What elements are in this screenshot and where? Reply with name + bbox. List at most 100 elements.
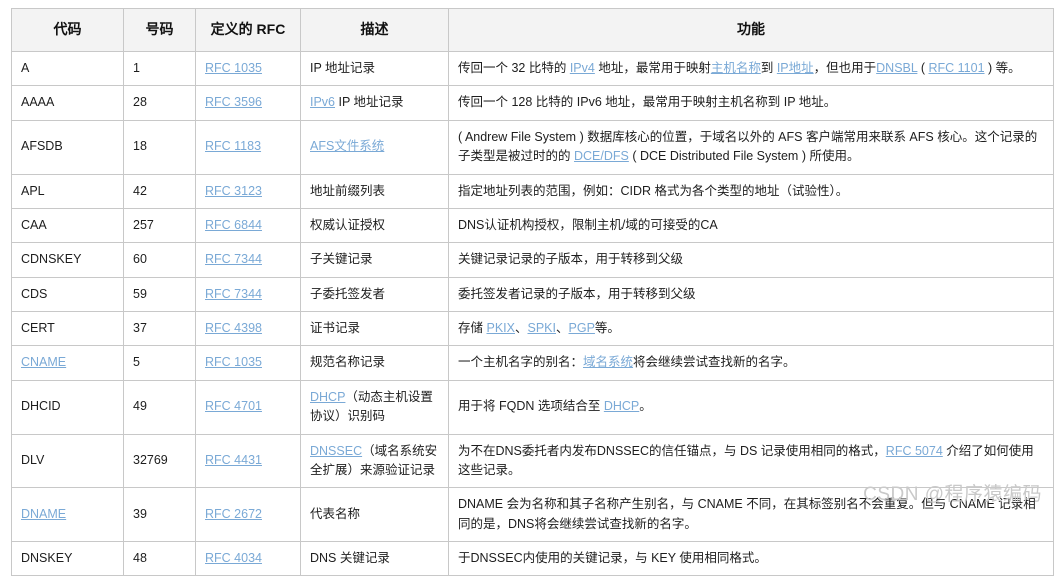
function-link[interactable]: RFC 5074 [886,444,943,458]
record-code-text: DNSKEY [21,551,73,565]
cell-function: 传回一个 128 比特的 IPv6 地址，最常用于映射主机名称到 IP 地址。 [448,85,1054,121]
cell-rfc: RFC 6844 [195,207,301,244]
cell-function: 一个主机名字的别名：域名系统将会继续尝试查找新的名字。 [448,345,1054,381]
cell-description: 子关键记录 [300,242,449,278]
function-link[interactable]: DCE/DFS [574,149,629,163]
rfc-link[interactable]: RFC 6844 [205,218,262,232]
function-text: 将会继续尝试查找新的名字。 [633,355,796,370]
description-link[interactable]: DHCP [310,390,345,404]
record-code-link[interactable]: DNAME [21,507,66,521]
table-row: DNAME 39 RFC 2672 代表名称 DNAME 会为名称和其子名称产生别名，与… [11,487,1054,542]
function-text: ) 等。 [984,61,1021,75]
cell-description: 代表名称 [300,487,449,542]
description-text: 子关键记录 [310,252,373,267]
function-text: ( [917,61,929,75]
function-text: 委托签发者记录的子版本，用于转移到父级 [458,286,696,301]
cell-function: 用于将 FQDN 选项结合至 DHCP。 [448,379,1054,435]
page-root: 代码 号码 定义的 RFC 描述 功能 A 1 RFC 1035 IP 地址记录 传回一… [0,0,1064,576]
cell-description: IPv6 IP 地址记录 [300,85,449,121]
rfc-link[interactable]: RFC 7344 [205,287,262,301]
cell-code: APL [11,173,124,209]
cell-rfc: RFC 3123 [195,173,301,209]
record-code-text: DLV [21,453,45,468]
rfc-link[interactable]: RFC 1035 [205,355,262,369]
function-link[interactable]: DNSBL [876,61,917,75]
function-link[interactable]: RFC 1101 [928,61,984,75]
description-text: 证书记录 [310,321,361,335]
function-text: ，但也用于 [813,61,877,75]
cell-code: CDNSKEY [11,242,124,278]
cell-description: 规范名称记录 [300,345,449,381]
description-text: 子委托签发者 [310,286,386,301]
cell-number: 32769 [123,433,196,489]
rfc-link[interactable]: RFC 3123 [205,184,262,198]
column-header-rfc: 定义的 RFC [195,8,301,52]
function-link[interactable]: DHCP [604,399,639,413]
function-link[interactable]: 域名系统 [583,355,633,369]
cell-function: 传回一个 32 比特的 IPv4 地址，最常用于映射主机名称到 IP地址，但也用… [448,50,1054,87]
table-row: DLV 32769 RFC 4431 DNSSEC（域名系统安全扩展）来源验证记录 为不… [11,433,1054,489]
description-text: DNS 关键记录 [310,551,390,565]
cell-rfc: RFC 3596 [195,85,301,121]
description-link[interactable]: DNSSEC [310,444,362,458]
cell-number: 39 [123,487,196,542]
cell-rfc: RFC 7344 [195,242,301,278]
function-link[interactable]: PKIX [486,321,515,335]
function-link[interactable]: 主机名称 [711,61,761,75]
table-header: 代码 号码 定义的 RFC 描述 功能 [11,8,1054,52]
rfc-link[interactable]: RFC 1035 [205,61,262,75]
cell-rfc: RFC 2672 [195,487,301,542]
cell-number: 37 [123,310,196,347]
rfc-link[interactable]: RFC 1183 [205,139,261,153]
table-row: APL 42 RFC 3123 地址前缀列表 指定地址列表的范围，例如：CIDR 格式为… [11,173,1054,209]
rfc-link[interactable]: RFC 4398 [205,321,262,335]
rfc-link[interactable]: RFC 7344 [205,252,262,266]
function-text: 为不在DNS委托者内发布DNSSEC的信任锚点，与 DS 记录使用相同的格式， [458,443,886,458]
column-header-number: 号码 [123,8,196,52]
cell-function: 指定地址列表的范围，例如：CIDR 格式为各个类型的地址（试验性）。 [448,173,1054,209]
function-text: DNS认证机构授权，限制主机/域的可接受的CA [458,217,718,232]
cell-function: 存储 PKIX、SPKI、PGP等。 [448,310,1054,347]
function-text: 关键记录记录的子版本，用于转移到父级 [458,252,684,267]
cell-number: 42 [123,173,196,209]
cell-function: 于DNSSEC内使用的关键记录，与 KEY 使用相同格式。 [448,540,1054,576]
record-code-text: CDNSKEY [21,252,82,267]
rfc-link[interactable]: RFC 4701 [205,399,262,413]
cell-number: 1 [123,50,196,87]
cell-rfc: RFC 4431 [195,433,301,489]
rfc-link[interactable]: RFC 4034 [205,551,262,565]
function-link[interactable]: IP地址 [777,61,814,75]
function-link[interactable]: SPKI [528,321,557,335]
cell-code: DNAME [11,487,124,542]
rfc-link[interactable]: RFC 2672 [205,507,262,521]
function-text: 到 [760,61,777,75]
cell-rfc: RFC 7344 [195,276,301,313]
function-text: 传回一个 128 比特的 IPv6 地址，最常用于映射主机名称到 IP 地址。 [458,95,837,110]
cell-description: DNS 关键记录 [300,540,449,576]
function-link[interactable]: PGP [569,321,595,335]
cell-function: 关键记录记录的子版本，用于转移到父级 [448,242,1054,278]
cell-number: 48 [123,540,196,576]
column-header-function: 功能 [448,8,1054,52]
table-row: DHCID 49 RFC 4701 DHCP（动态主机设置协议）识别码 用于将 FQDN… [11,379,1054,435]
cell-description: 证书记录 [300,310,449,347]
record-code-text: AAAA [21,95,55,110]
table-row: AAAA 28 RFC 3596 IPv6 IP 地址记录 传回一个 128 比特的 I… [11,85,1054,121]
function-link[interactable]: IPv4 [570,61,595,75]
cell-function: 为不在DNS委托者内发布DNSSEC的信任锚点，与 DS 记录使用相同的格式，R… [448,433,1054,489]
function-text: DNAME 会为名称和其子名称产生别名，与 CNAME 不同，在其标签别名不会重… [458,497,1036,531]
rfc-link[interactable]: RFC 4431 [205,453,262,467]
description-text: 代表名称 [310,506,361,521]
cell-function: 委托签发者记录的子版本，用于转移到父级 [448,276,1054,313]
table-row: CNAME 5 RFC 1035 规范名称记录 一个主机名字的别名：域名系统将会继续尝试… [11,345,1054,381]
description-link[interactable]: IPv6 [310,95,335,109]
record-code-text: APL [21,183,45,198]
description-link[interactable]: AFS文件系统 [310,139,384,153]
cell-number: 28 [123,85,196,121]
rfc-link[interactable]: RFC 3596 [205,95,262,109]
cell-number: 257 [123,207,196,244]
record-code-link[interactable]: CNAME [21,355,66,369]
description-text: 规范名称记录 [310,355,386,370]
record-code-text: CAA [21,217,47,232]
table-row: CERT 37 RFC 4398 证书记录 存储 PKIX、SPKI、PGP等。 [11,310,1054,347]
